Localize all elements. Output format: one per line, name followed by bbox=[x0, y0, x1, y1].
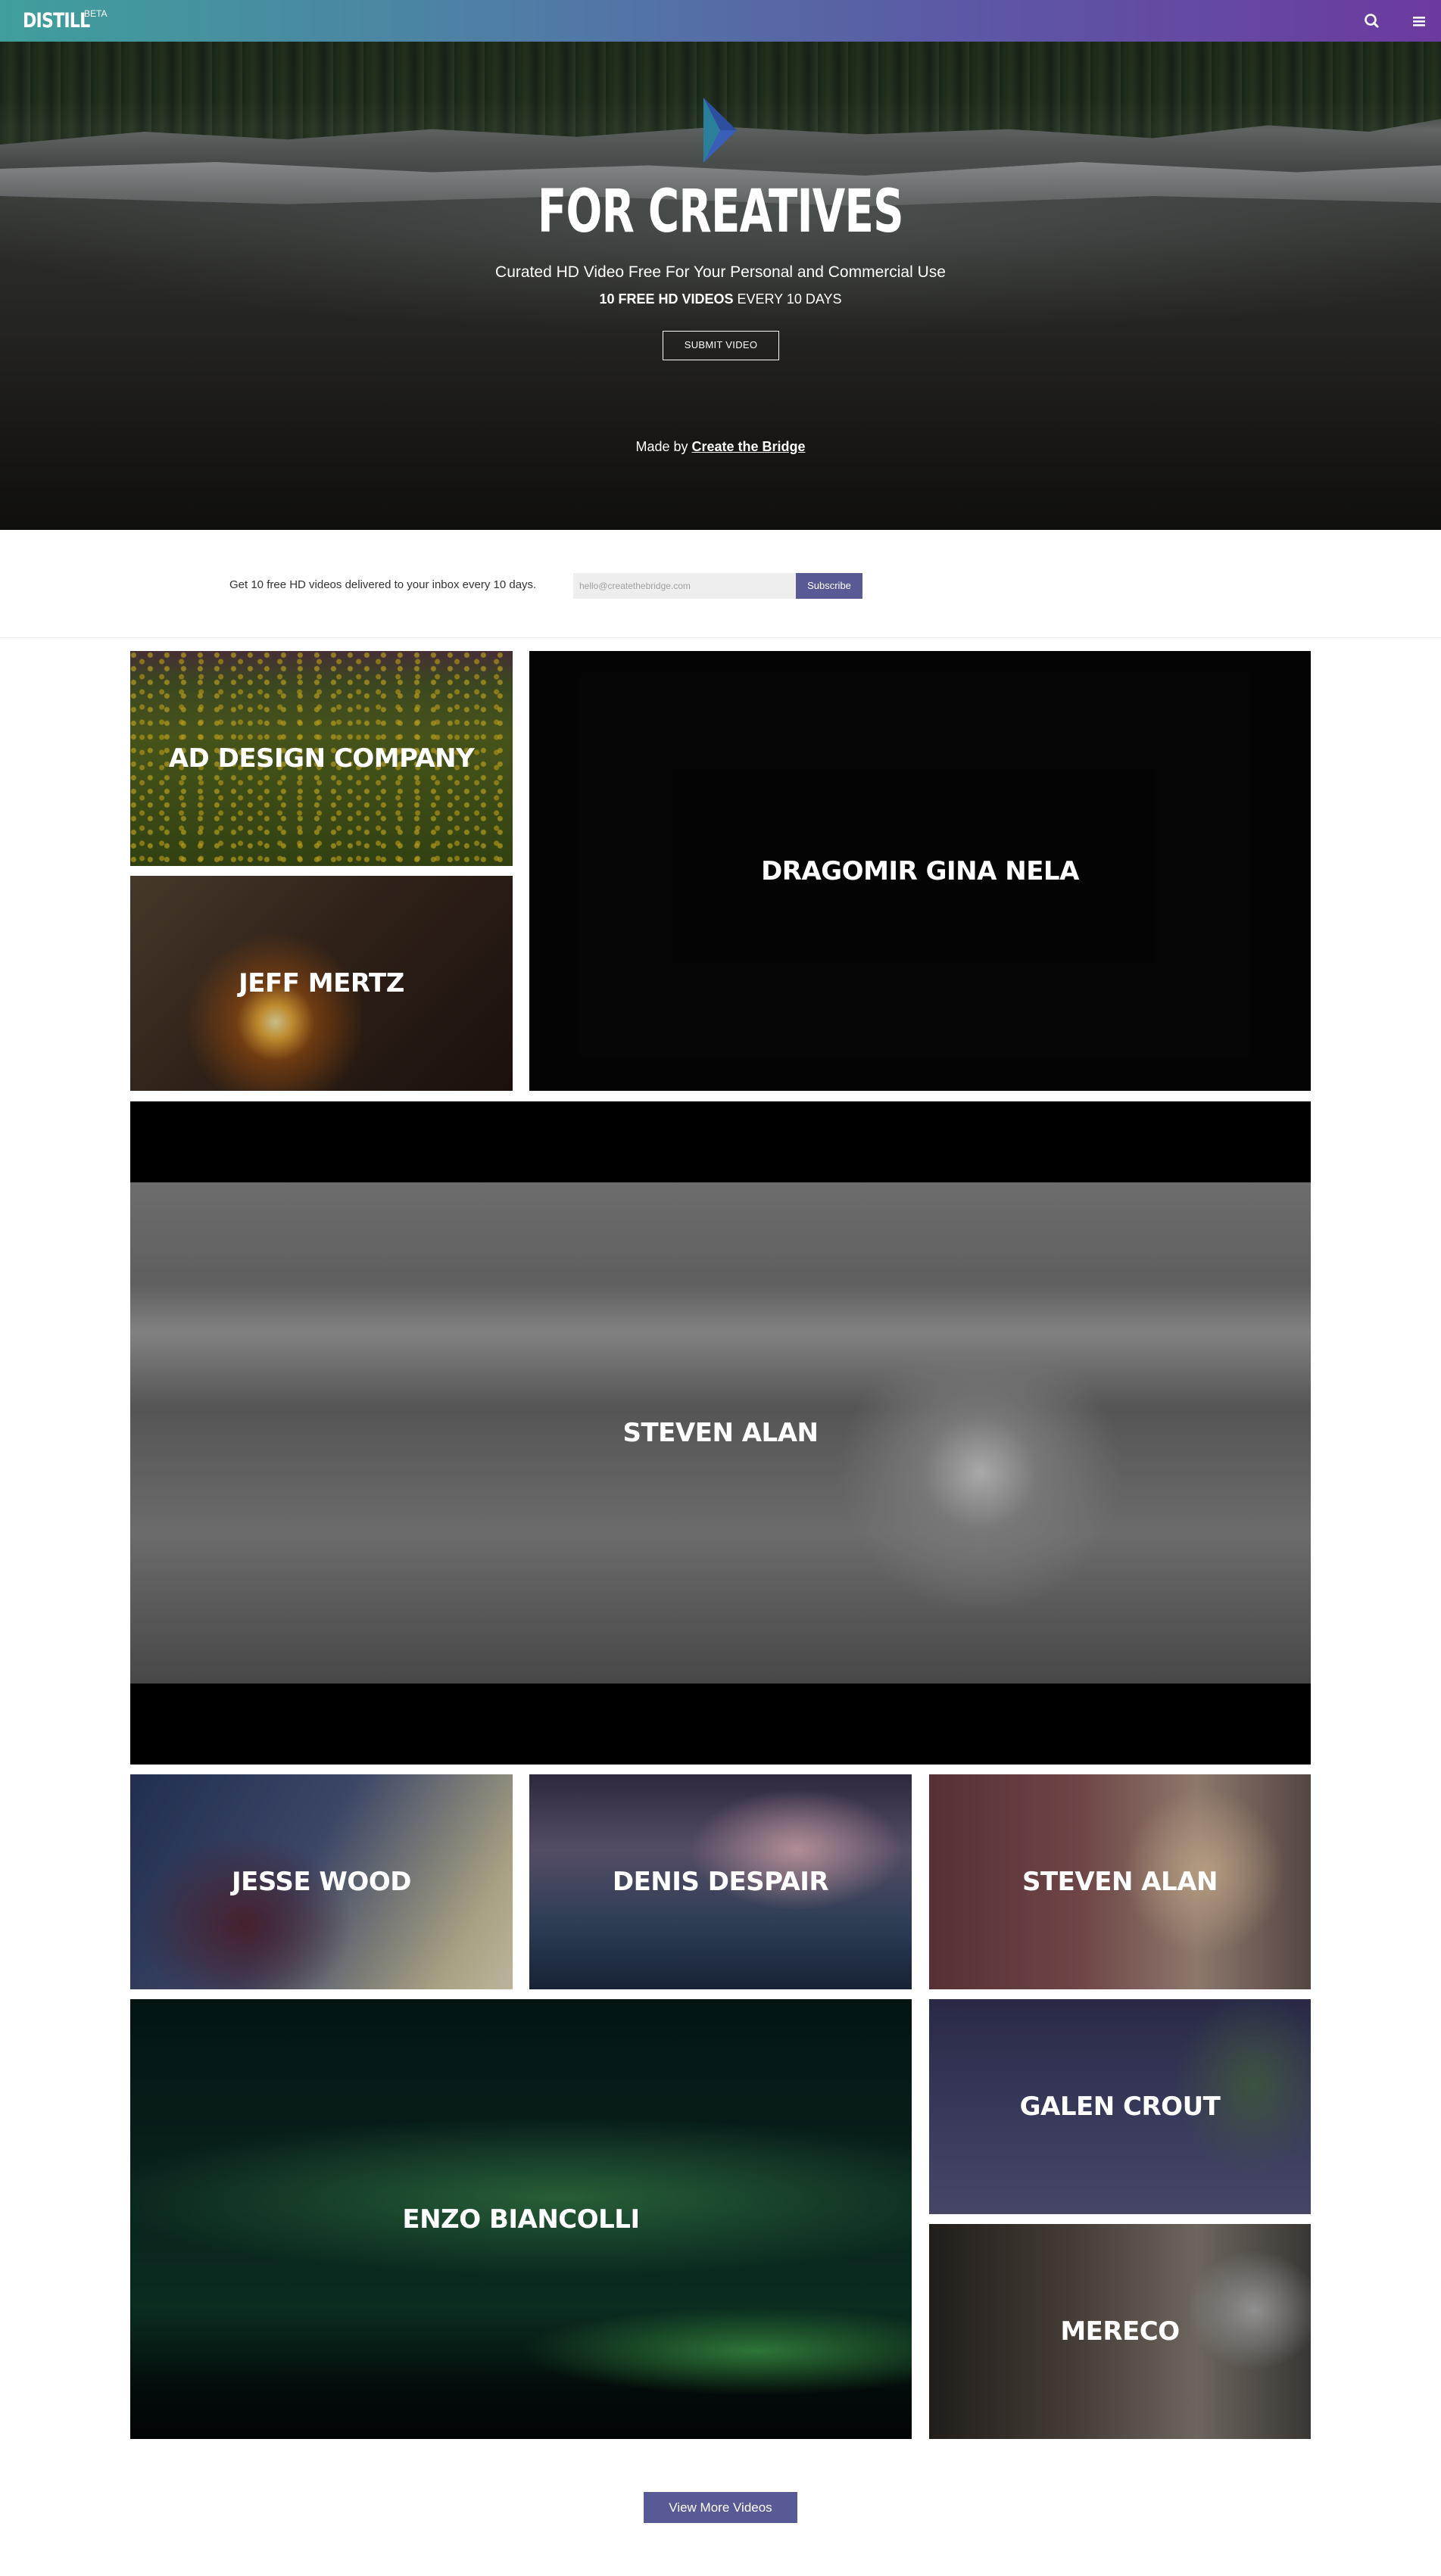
video-tile-steven-alan-small[interactable]: STEVEN ALAN bbox=[929, 1774, 1311, 1989]
search-icon[interactable] bbox=[1361, 11, 1383, 32]
video-tile-mereco[interactable]: MERECO bbox=[929, 2224, 1311, 2439]
create-the-bridge-link[interactable]: Create the Bridge bbox=[692, 439, 806, 454]
hero-banner: FOR CREATIVES Curated HD Video Free For … bbox=[0, 42, 1441, 530]
video-tile-ad-design-company[interactable]: AD DESIGN COMPANY bbox=[130, 651, 513, 866]
hero-title: FOR CREATIVES bbox=[538, 178, 904, 246]
tile-label: MERECO bbox=[1060, 2316, 1180, 2347]
tile-label: ENZO BIANCOLLI bbox=[402, 2204, 640, 2235]
subscribe-text: Get 10 free HD videos delivered to your … bbox=[229, 578, 537, 591]
video-tile-dragomir-gina-nela[interactable]: DRAGOMIR GINA NELA bbox=[529, 651, 1311, 1091]
made-by-credit: Made by Create the Bridge bbox=[635, 439, 806, 454]
beta-badge: BETA bbox=[84, 8, 108, 19]
tile-label: JESSE WOOD bbox=[232, 1867, 411, 1897]
tile-label: JEFF MERTZ bbox=[239, 968, 404, 998]
video-tile-steven-alan-large[interactable]: STEVEN ALAN bbox=[130, 1101, 1311, 1765]
submit-video-button[interactable]: SUBMIT VIDEO bbox=[663, 331, 779, 360]
video-tile-jeff-mertz[interactable]: JEFF MERTZ bbox=[130, 876, 513, 1091]
hero-video-count: 10 FREE HD VIDEOS EVERY 10 DAYS bbox=[599, 291, 842, 307]
play-logo-icon bbox=[697, 96, 743, 164]
tile-label: DENIS DESPAIR bbox=[612, 1867, 829, 1897]
video-tile-enzo-biancolli[interactable]: ENZO BIANCOLLI bbox=[130, 1999, 912, 2439]
video-tile-denis-despair[interactable]: DENIS DESPAIR bbox=[529, 1774, 912, 1989]
email-field[interactable] bbox=[573, 573, 796, 599]
video-tile-galen-crout[interactable]: GALEN CROUT bbox=[929, 1999, 1311, 2214]
tile-label: DRAGOMIR GINA NELA bbox=[761, 855, 1079, 886]
site-logo[interactable]: DISTILL bbox=[23, 9, 90, 33]
view-more-videos-button[interactable]: View More Videos bbox=[644, 2492, 797, 2523]
divider bbox=[0, 637, 1441, 638]
top-navbar: DISTILL BETA bbox=[0, 0, 1441, 42]
tile-label: STEVEN ALAN bbox=[622, 1418, 819, 1448]
subscribe-button[interactable]: Subscribe bbox=[796, 573, 862, 599]
tile-label: AD DESIGN COMPANY bbox=[168, 743, 475, 774]
menu-icon[interactable] bbox=[1408, 11, 1430, 32]
hero-subtitle: Curated HD Video Free For Your Personal … bbox=[495, 263, 946, 281]
tile-label: GALEN CROUT bbox=[1019, 2092, 1221, 2122]
tile-label: STEVEN ALAN bbox=[1022, 1867, 1218, 1897]
video-tile-jesse-wood[interactable]: JESSE WOOD bbox=[130, 1774, 513, 1989]
